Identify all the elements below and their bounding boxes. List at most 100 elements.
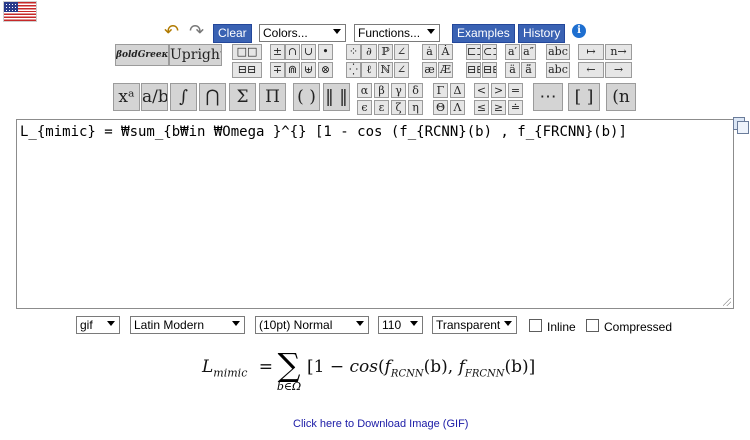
chevron-down-icon (356, 321, 364, 326)
symbol-button-row2-17[interactable]: → (605, 62, 632, 78)
relation-button-5[interactable]: ≐ (508, 100, 523, 115)
functions-select[interactable]: Functions... (354, 24, 440, 42)
bold-greek-button[interactable]: βoldGreeκ (115, 44, 169, 66)
functions-select-value: Functions... (358, 26, 421, 40)
symbol-button-row2-6[interactable]: ℓ (361, 62, 377, 78)
background-select[interactable]: Transparent (432, 316, 517, 334)
template-button-7[interactable]: ‖ ‖ (323, 83, 350, 111)
greek-button-5[interactable]: Δ (450, 83, 465, 98)
preview-arg1: (b), (423, 357, 459, 377)
symbol-button-row1-16[interactable]: ↦ (578, 44, 604, 60)
background-select-value: Transparent (436, 318, 501, 332)
inline-checkbox[interactable] (529, 319, 542, 332)
greek-button-9[interactable]: η (408, 100, 423, 115)
template-button-4[interactable]: Σ (229, 83, 256, 111)
flag-canton (4, 2, 18, 12)
upright-button[interactable]: Upright (169, 44, 222, 66)
template-button-10[interactable]: [ ] (568, 83, 600, 111)
chevron-down-icon (107, 321, 115, 326)
greek-button-11[interactable]: Λ (450, 100, 465, 115)
symbol-button-row2-13[interactable]: ä (505, 62, 520, 78)
symbol-button-row2-16[interactable]: ← (578, 62, 604, 78)
symbol-button-row1-7[interactable]: ℙ (378, 44, 393, 60)
symbol-button-row2-8[interactable]: ∠ (394, 62, 409, 78)
symbol-button-row1-17[interactable]: n→ (605, 44, 632, 60)
download-link[interactable]: Click here to Download Image (GIF) (293, 418, 468, 430)
symbol-button-row2-2[interactable]: ⋒ (285, 62, 300, 78)
resize-handle-icon[interactable] (723, 298, 731, 306)
template-button-6[interactable]: ( ) (293, 83, 320, 111)
dpi-select[interactable]: 110 (378, 316, 423, 334)
symbol-button-row2-4[interactable]: ⊗ (318, 62, 333, 78)
relation-button-4[interactable]: ≥ (491, 100, 506, 115)
preview-sum: ∑ b∈Ω (271, 349, 307, 393)
copy-icon[interactable] (733, 117, 749, 134)
symbol-button-row2-14[interactable]: ä̈ (521, 62, 536, 78)
symbol-button-row1-8[interactable]: ∠ (394, 44, 409, 60)
size-select[interactable]: (10pt) Normal (255, 316, 369, 334)
relation-button-1[interactable]: > (491, 83, 506, 98)
symbol-button-row1-12[interactable]: ⊂⊃ (482, 44, 497, 60)
greek-button-7[interactable]: ε (374, 100, 389, 115)
symbol-button-row2-11[interactable]: ⊟⊟ (466, 62, 481, 78)
symbol-button-row1-0[interactable]: □□ (232, 44, 262, 60)
format-select[interactable]: gif (76, 316, 120, 334)
symbol-button-row1-10[interactable]: Ȧ (438, 44, 453, 60)
symbol-button-row2-10[interactable]: Æ (438, 62, 453, 78)
undo-arrow-icon[interactable]: ↶ (164, 22, 179, 40)
template-button-5[interactable]: Π (259, 83, 286, 111)
language-flag-icon[interactable] (3, 1, 37, 22)
relation-button-0[interactable]: < (474, 83, 489, 98)
template-button-1[interactable]: a/b (141, 83, 168, 111)
greek-button-3[interactable]: δ (408, 83, 423, 98)
font-select-value: Latin Modern (134, 318, 205, 332)
symbol-button-row1-5[interactable]: ⁘ (346, 44, 361, 60)
colors-select[interactable]: Colors... (259, 24, 346, 42)
symbol-button-row1-13[interactable]: a′ (505, 44, 520, 60)
preview-rhs: [1 − cos(fRCNN(b), fFRCNN(b)] (307, 357, 535, 379)
symbol-button-row2-7[interactable]: ℕ (378, 62, 393, 78)
symbol-button-row2-12[interactable]: ⊟⊟ (482, 62, 497, 78)
latex-editor-text[interactable]: L_{mimic} = ₩sum_{b₩in ₩Omega }^{} [1 - … (20, 124, 627, 140)
template-button-3[interactable]: ⋂ (199, 83, 226, 111)
greek-button-8[interactable]: ζ (391, 100, 406, 115)
symbol-button-row1-14[interactable]: a″ (521, 44, 536, 60)
examples-button[interactable]: Examples (452, 24, 515, 43)
template-button-8[interactable]: ⋯ (533, 83, 563, 111)
greek-button-2[interactable]: γ (391, 83, 406, 98)
info-icon[interactable]: i (572, 24, 586, 38)
greek-button-6[interactable]: ϵ (357, 100, 372, 115)
preview-lhs: Lmimic = (202, 357, 273, 379)
symbol-button-row1-11[interactable]: ⊏⊐ (466, 44, 481, 60)
symbol-button-row1-3[interactable]: ∪ (301, 44, 316, 60)
template-button-0[interactable]: xᵃ (113, 83, 140, 111)
preview-sum-sub: b∈Ω (276, 380, 302, 393)
symbol-button-row2-1[interactable]: ∓ (270, 62, 285, 78)
symbol-button-row1-6[interactable]: ∂ (361, 44, 377, 60)
symbol-button-row2-15[interactable]: abc (546, 62, 570, 78)
symbol-button-row1-4[interactable]: • (318, 44, 333, 60)
symbol-button-row2-0[interactable]: ⊟⊟ (232, 62, 262, 78)
symbol-button-row1-15[interactable]: abc (546, 44, 570, 60)
greek-button-4[interactable]: Γ (433, 83, 448, 98)
symbol-button-row1-2[interactable]: ∩ (285, 44, 300, 60)
template-button-2[interactable]: ∫ (170, 83, 197, 111)
history-button[interactable]: History (518, 24, 566, 43)
symbol-button-row1-1[interactable]: ± (270, 44, 285, 60)
relation-button-3[interactable]: ≤ (474, 100, 489, 115)
greek-button-0[interactable]: α (357, 83, 372, 98)
greek-button-10[interactable]: Θ (433, 100, 448, 115)
relation-button-2[interactable]: = (508, 83, 523, 98)
template-button-11[interactable]: (n r) (606, 83, 636, 111)
font-select[interactable]: Latin Modern (130, 316, 245, 334)
chevron-down-icon (504, 321, 512, 326)
symbol-button-row2-3[interactable]: ⊎ (301, 62, 316, 78)
symbol-button-row2-5[interactable]: ⁛ (346, 62, 361, 78)
symbol-button-row1-9[interactable]: ȧ (422, 44, 437, 60)
greek-button-1[interactable]: β (374, 83, 389, 98)
symbol-button-row2-9[interactable]: æ (422, 62, 437, 78)
compressed-checkbox[interactable] (586, 319, 599, 332)
latex-editor[interactable]: L_{mimic} = ₩sum_{b₩in ₩Omega }^{} [1 - … (16, 119, 734, 309)
clear-button[interactable]: Clear (213, 24, 252, 43)
redo-arrow-icon[interactable]: ↷ (189, 22, 204, 40)
